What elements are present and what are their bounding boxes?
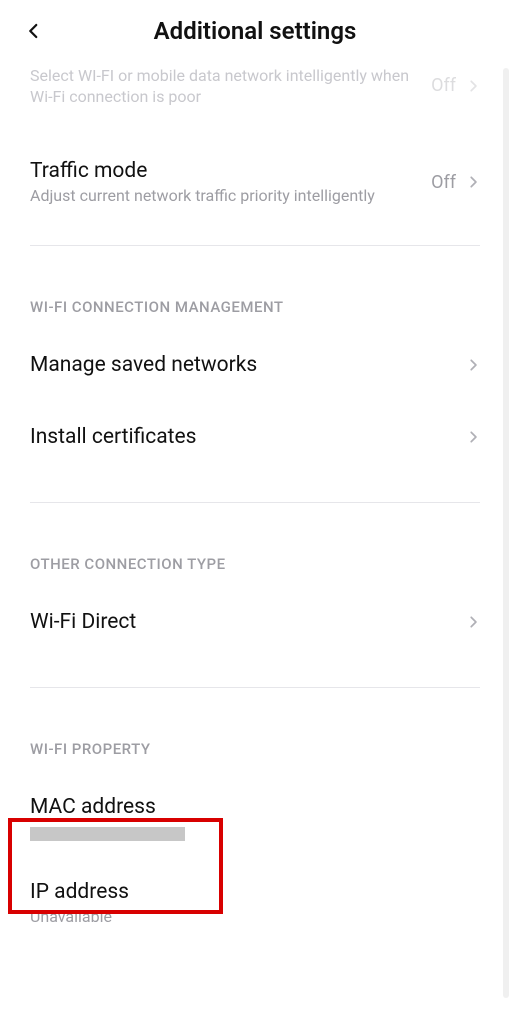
chevron-right-icon [466,358,480,372]
traffic-mode-sub: Adjust current network traffic priority … [30,186,419,207]
chevron-right-icon [466,615,480,629]
row-wifi-direct[interactable]: Wi-Fi Direct [0,581,510,653]
install-certificates-title: Install certificates [30,424,454,450]
section-wifi-conn-mgmt: WI-FI CONNECTION MANAGEMENT [0,246,510,324]
row-install-certificates[interactable]: Install certificates [0,396,510,468]
section-other-conn: OTHER CONNECTION TYPE [0,503,510,581]
chevron-right-icon [466,175,480,189]
intelligent-network-sub: Select WI-FI or mobile data network inte… [30,66,419,108]
ip-address-title: IP address [30,879,468,905]
traffic-mode-value: Off [431,172,456,193]
row-ip-address[interactable]: IP address Unavailable [0,849,510,936]
mac-address-redacted [30,827,185,841]
row-mac-address[interactable]: MAC address [0,766,510,848]
intelligent-network-value: Off [431,75,456,96]
row-traffic-mode[interactable]: Traffic mode Adjust current network traf… [0,112,510,225]
chevron-right-icon [466,430,480,444]
manage-networks-title: Manage saved networks [30,352,454,378]
row-intelligent-network[interactable]: Select WI-FI or mobile data network inte… [0,62,510,112]
mac-address-title: MAC address [30,794,468,820]
ip-address-value: Unavailable [30,907,468,928]
header: Additional settings [0,0,510,62]
row-manage-networks[interactable]: Manage saved networks [0,324,510,396]
page-title: Additional settings [20,17,490,45]
section-wifi-property: WI-FI PROPERTY [0,688,510,766]
chevron-right-icon [466,79,480,93]
scrollbar[interactable] [503,68,509,998]
wifi-direct-title: Wi-Fi Direct [30,609,454,635]
traffic-mode-title: Traffic mode [30,158,419,184]
